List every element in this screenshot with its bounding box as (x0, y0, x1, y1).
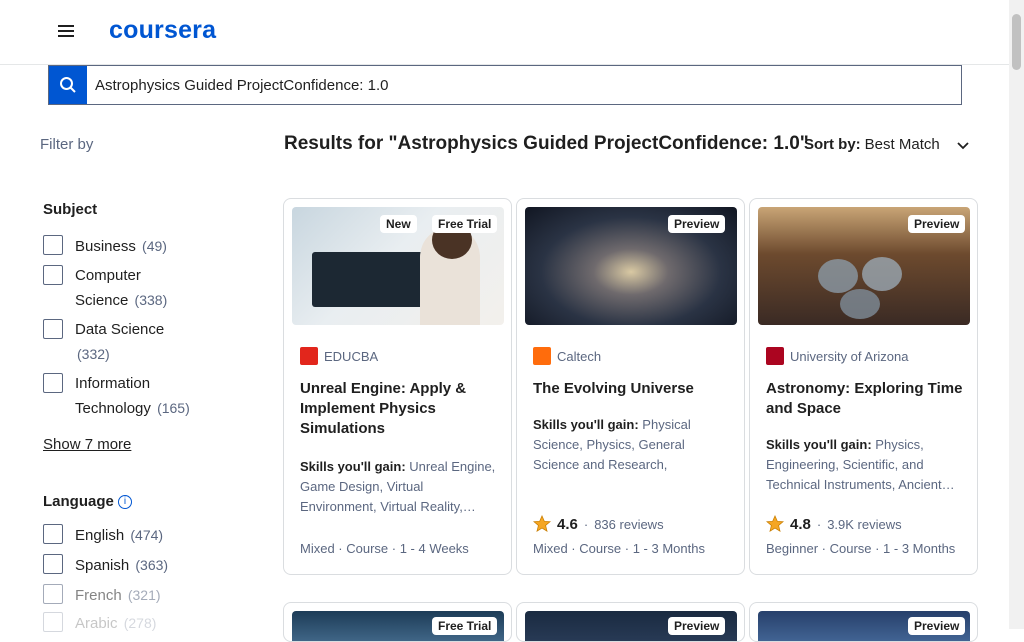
show-more-subjects[interactable]: Show 7 more (43, 436, 131, 453)
hamburger-icon[interactable] (58, 22, 74, 38)
filter-label: Computer Science (75, 267, 141, 309)
search-button[interactable] (49, 66, 87, 104)
scrollbar-thumb[interactable] (1012, 14, 1021, 70)
rating: 4.8 · 3.9K reviews (766, 515, 902, 533)
course-skills: Skills you'll gain: Unreal Engine, Game … (300, 457, 498, 517)
language-heading: Language (43, 493, 114, 510)
checkbox[interactable] (43, 373, 63, 393)
filter-count: (332) (77, 346, 110, 362)
course-title[interactable]: Astronomy: Exploring Time and Space (766, 379, 964, 419)
checkbox[interactable] (43, 524, 63, 544)
sort-value: Best Match (864, 136, 940, 153)
filter-count: (338) (134, 292, 168, 308)
course-title[interactable]: The Evolving Universe (533, 379, 731, 399)
badge-preview: Preview (668, 617, 726, 635)
skills-label: Skills you'll gain: (300, 459, 406, 474)
badge-preview: Preview (668, 215, 726, 233)
filter-label: Information Technology (75, 375, 151, 417)
top-bar: coursera (0, 0, 1024, 65)
star-icon (766, 515, 784, 532)
filter-by-label: Filter by (40, 136, 94, 153)
sort-dropdown[interactable]: Sort by: Best Match (804, 136, 970, 153)
course-card[interactable]: Preview Caltech The Evolving Universe Sk… (516, 198, 745, 575)
partner-logo (533, 347, 551, 365)
course-title[interactable]: Unreal Engine: Apply & Implement Physics… (300, 379, 498, 439)
partner-name: University of Arizona (790, 348, 909, 364)
checkbox[interactable] (43, 235, 63, 255)
page-scrollbar[interactable] (1009, 0, 1024, 629)
star-icon (533, 515, 551, 532)
partner-name: EDUCBA (324, 348, 379, 364)
rating: 4.6 · 836 reviews (533, 515, 664, 533)
partner-logo (766, 347, 784, 365)
filter-item-data-science[interactable]: Data Science (332) (43, 318, 183, 367)
skills-label: Skills you'll gain: (533, 417, 639, 432)
sort-label: Sort by: (804, 136, 861, 153)
filter-label: Business (75, 238, 136, 255)
skills-label: Skills you'll gain: (766, 437, 872, 452)
review-count: 836 reviews (594, 516, 664, 532)
rating-value: 4.6 (557, 515, 578, 533)
chevron-down-icon (957, 141, 969, 149)
review-count: 3.9K reviews (827, 516, 902, 532)
badge-free-trial: Free Trial (432, 215, 498, 233)
filter-count: (474) (130, 527, 164, 543)
course-card[interactable]: New Free Trial EDUCBA Unreal Engine: App… (283, 198, 512, 575)
subject-heading: Subject (43, 201, 98, 218)
course-meta: Mixed · Course · 1 - 3 Months (533, 541, 705, 556)
filter-item-computer-science[interactable]: Computer Science (338) (43, 264, 183, 313)
checkbox[interactable] (43, 319, 63, 339)
course-card[interactable]: Preview University of Arizona Astronomy:… (749, 198, 978, 575)
filter-item-english[interactable]: English (474) (43, 523, 163, 548)
filter-count: (363) (135, 557, 169, 573)
course-meta: Mixed · Course · 1 - 4 Weeks (300, 541, 469, 556)
badge-free-trial: Free Trial (432, 617, 498, 635)
checkbox[interactable] (43, 554, 63, 574)
partner: University of Arizona (766, 347, 909, 365)
partner: EDUCBA (300, 347, 378, 365)
filter-label: Arabic (75, 615, 118, 632)
filter-item-french[interactable]: French (321) (43, 583, 161, 608)
filter-item-arabic[interactable]: Arabic (278) (43, 611, 156, 636)
search-bar (48, 65, 962, 105)
course-card[interactable]: Preview (749, 602, 978, 642)
badge-preview: Preview (908, 617, 966, 635)
search-input[interactable] (95, 66, 955, 104)
filter-item-information-technology[interactable]: Information Technology (165) (43, 372, 203, 421)
partner-logo (300, 347, 318, 365)
badge-new: New (380, 215, 417, 233)
badge-preview: Preview (908, 215, 966, 233)
course-card[interactable]: Free Trial (283, 602, 512, 642)
filter-label: Data Science (75, 321, 165, 338)
partner-name: Caltech (557, 348, 602, 364)
filter-item-spanish[interactable]: Spanish (363) (43, 553, 168, 578)
coursera-logo[interactable]: coursera (109, 16, 216, 45)
checkbox[interactable] (43, 612, 63, 632)
checkbox[interactable] (43, 584, 63, 604)
partner: Caltech (533, 347, 601, 365)
course-skills: Skills you'll gain: Physics, Engineering… (766, 435, 964, 495)
filter-count: (321) (127, 587, 161, 603)
info-icon[interactable]: i (118, 495, 132, 509)
course-skills: Skills you'll gain: Physical Science, Ph… (533, 415, 731, 475)
results-title: Results for "Astrophysics Guided Project… (284, 133, 809, 154)
filter-label: Spanish (75, 557, 130, 574)
course-card[interactable]: Preview (516, 602, 745, 642)
filter-label: French (75, 587, 122, 604)
filter-label: English (75, 527, 125, 544)
rating-value: 4.8 (790, 515, 811, 533)
search-icon (60, 77, 76, 93)
course-meta: Beginner · Course · 1 - 3 Months (766, 541, 956, 556)
filter-item-business[interactable]: Business (49) (43, 234, 167, 259)
checkbox[interactable] (43, 265, 63, 285)
filter-count: (49) (142, 238, 167, 254)
filter-count: (165) (157, 400, 190, 416)
